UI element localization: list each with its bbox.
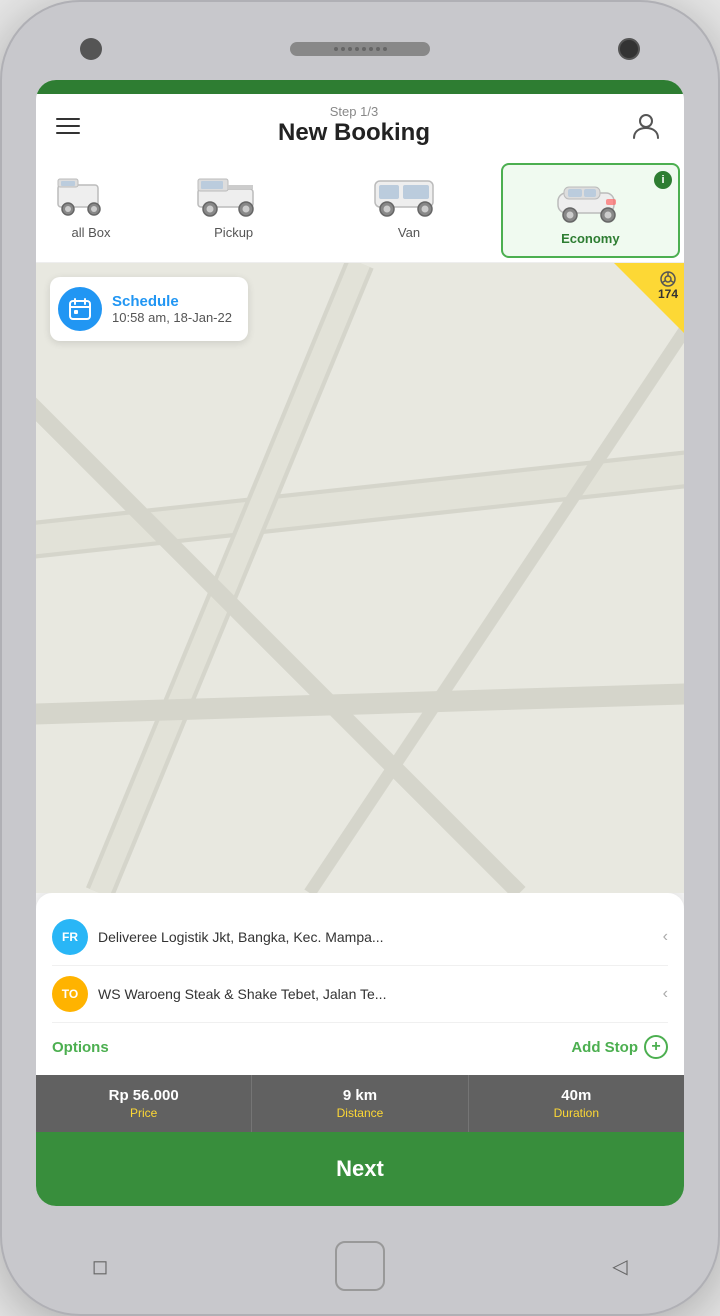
map-area: Schedule 10:58 am, 18-Jan-22 174 <box>36 263 684 893</box>
vehicle-item-economy[interactable]: i Economy <box>501 163 680 258</box>
vehicle-label-van: Van <box>398 225 420 240</box>
add-stop-label: Add Stop <box>571 1039 638 1056</box>
distance-value: 9 km <box>343 1087 377 1104</box>
phone-frame: Step 1/3 New Booking <box>0 0 720 1316</box>
schedule-icon <box>58 287 102 331</box>
profile-button[interactable] <box>628 108 664 144</box>
driver-count: 174 <box>658 287 678 301</box>
from-location-row[interactable]: FR Deliveree Logistik Jkt, Bangka, Kec. … <box>52 909 668 966</box>
menu-button[interactable] <box>56 118 80 134</box>
front-camera-right <box>618 38 640 60</box>
phone-top-bar <box>0 0 720 80</box>
price-value: Rp 56.000 <box>109 1087 179 1104</box>
schedule-time: 10:58 am, 18-Jan-22 <box>112 310 232 325</box>
vehicle-selector: all Box Pickup <box>36 159 684 263</box>
front-camera-left <box>80 38 102 60</box>
options-button[interactable]: Options <box>52 1039 109 1056</box>
vehicle-label-small-box: all Box <box>71 225 110 240</box>
add-stop-button[interactable]: Add Stop + <box>571 1035 668 1059</box>
brand-bar <box>36 80 684 94</box>
distance-label: Distance <box>337 1106 384 1120</box>
vehicle-label-pickup: Pickup <box>214 225 253 240</box>
phone-bottom-nav: ◻ ◁ <box>0 1216 720 1316</box>
header-center: Step 1/3 New Booking <box>278 104 430 147</box>
phone-screen: Step 1/3 New Booking <box>36 80 684 1206</box>
vehicle-icon-pickup <box>194 171 274 219</box>
to-badge: TO <box>52 976 88 1012</box>
vehicle-item-pickup[interactable]: Pickup <box>146 159 321 262</box>
from-chevron-icon: ‹ <box>663 928 668 946</box>
vehicle-icon-small-box <box>56 171 126 219</box>
vehicle-item-small-box[interactable]: all Box <box>36 159 146 262</box>
from-location-text: Deliveree Logistik Jkt, Bangka, Kec. Mam… <box>98 929 653 945</box>
add-stop-circle-icon: + <box>644 1035 668 1059</box>
app-header: Step 1/3 New Booking <box>36 94 684 159</box>
duration-stat: 40m Duration <box>468 1075 684 1132</box>
info-badge[interactable]: i <box>654 171 672 189</box>
phone-speaker <box>290 42 430 56</box>
price-label: Price <box>130 1106 157 1120</box>
profile-icon <box>630 110 662 142</box>
nav-back-button[interactable]: ◁ <box>600 1246 640 1286</box>
duration-value: 40m <box>561 1087 591 1104</box>
price-stat: Rp 56.000 Price <box>36 1075 251 1132</box>
vehicle-icon-van <box>369 171 449 219</box>
stats-bar: Rp 56.000 Price 9 km Distance 40m Durati… <box>36 1075 684 1132</box>
page-title: New Booking <box>278 119 430 147</box>
vehicle-item-van[interactable]: Van <box>321 159 496 262</box>
nav-recent-button[interactable]: ◻ <box>80 1246 120 1286</box>
vehicle-icon-economy <box>550 177 630 225</box>
steering-wheel-icon <box>660 271 676 287</box>
driver-badge-wrap: 174 <box>614 263 684 333</box>
step-label: Step 1/3 <box>278 104 430 119</box>
duration-label: Duration <box>554 1106 599 1120</box>
to-location-row[interactable]: TO WS Waroeng Steak & Shake Tebet, Jalan… <box>52 966 668 1023</box>
driver-badge-content: 174 <box>658 271 678 301</box>
nav-home-button[interactable] <box>335 1241 385 1291</box>
vehicle-label-economy: Economy <box>561 231 620 246</box>
schedule-title: Schedule <box>112 293 232 310</box>
to-location-text: WS Waroeng Steak & Shake Tebet, Jalan Te… <box>98 986 653 1002</box>
from-badge: FR <box>52 919 88 955</box>
map-roads <box>36 263 684 893</box>
to-chevron-icon: ‹ <box>663 985 668 1003</box>
distance-stat: 9 km Distance <box>251 1075 467 1132</box>
next-button[interactable]: Next <box>36 1132 684 1206</box>
options-row: Options Add Stop + <box>52 1023 668 1075</box>
bottom-panel: FR Deliveree Logistik Jkt, Bangka, Kec. … <box>36 893 684 1075</box>
schedule-card[interactable]: Schedule 10:58 am, 18-Jan-22 <box>50 277 248 341</box>
schedule-text: Schedule 10:58 am, 18-Jan-22 <box>112 293 232 325</box>
